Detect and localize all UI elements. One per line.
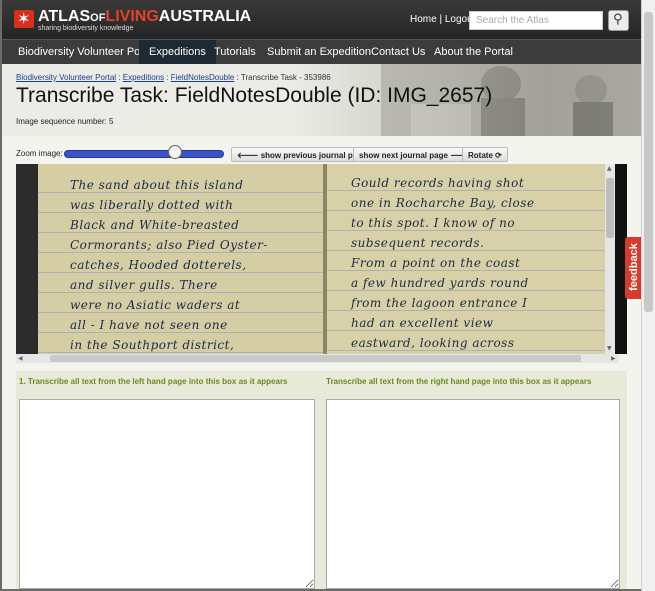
left-handwritten-line: were no Asiatic waders at [70, 298, 241, 312]
right-handwritten-line: eastward, looking across [351, 336, 515, 350]
breadcrumb-fieldnotes[interactable]: FieldNotesDouble [171, 73, 235, 82]
left-handwritten-line: Black and White-breasted [70, 218, 240, 232]
journal-image-viewer[interactable]: The sand about this island was liberally … [16, 164, 627, 354]
journal-left-page: The sand about this island was liberally … [38, 164, 323, 354]
breadcrumb-portal[interactable]: Biodiversity Volunteer Portal [16, 73, 116, 82]
page-vertical-scrollbar[interactable] [641, 0, 655, 591]
ruled-line [38, 292, 323, 293]
left-handwritten-line: in the Southport district, [70, 338, 235, 352]
breadcrumb: Biodiversity Volunteer Portal : Expediti… [16, 73, 331, 82]
scroll-left-icon[interactable]: ◀ [18, 355, 23, 362]
viewer-vertical-scrollbar[interactable]: ▲ ▼ [605, 164, 615, 354]
arrow-left-icon: 🡐 [237, 151, 261, 160]
breadcrumb-expeditions[interactable]: Expeditions [123, 73, 164, 82]
search-input[interactable]: Search the Atlas [469, 11, 603, 30]
zoom-slider[interactable] [64, 150, 224, 158]
zoom-label: Zoom image: [16, 149, 63, 158]
ruled-line [38, 192, 323, 193]
next-page-button[interactable]: show next journal page 🡒 [353, 147, 478, 162]
ruled-line [38, 212, 323, 213]
page-frame: ✶ ATLASOFLIVINGAUSTRALIA sharing biodive… [2, 0, 641, 589]
right-handwritten-line: one in Rocharche Bay, close [351, 196, 535, 210]
right-handwritten-line: had an excellent view [351, 316, 494, 330]
ruled-line [327, 350, 610, 351]
previous-page-button[interactable]: 🡐 show previous journal page [231, 147, 373, 162]
link-separator: | [436, 14, 445, 25]
ruled-line [327, 190, 610, 191]
ruled-line [38, 312, 323, 313]
right-handwritten-line: from the lagoon entrance I [351, 296, 528, 310]
ruled-line [327, 230, 610, 231]
ruled-line [38, 252, 323, 253]
viewer-horizontal-thumb[interactable] [50, 355, 581, 362]
ruled-line [327, 270, 610, 271]
account-links: Home | Logout [410, 14, 475, 25]
left-transcription-label: 1. Transcribe all text from the left han… [19, 377, 288, 386]
page-title: Transcribe Task: FieldNotesDouble (ID: I… [16, 84, 493, 107]
journal-right-page: Gould records having shot one in Rocharch… [327, 164, 610, 354]
ruled-line [38, 232, 323, 233]
breadcrumb-current: Transcribe Task - 353986 [240, 73, 331, 82]
left-handwritten-line: all - I have not seen one [70, 318, 228, 332]
ruled-line [327, 310, 610, 311]
top-header: ✶ ATLASOFLIVINGAUSTRALIA sharing biodive… [2, 0, 641, 39]
scroll-up-icon[interactable]: ▲ [607, 165, 612, 172]
right-handwritten-line: From a point on the coast [351, 256, 521, 270]
ruled-line [38, 352, 323, 353]
ruled-line [327, 210, 610, 211]
right-handwritten-line: subsequent records. [351, 236, 485, 250]
left-handwritten-line: catches, Hooded dotterels, [70, 258, 247, 272]
ruled-line [38, 332, 323, 333]
left-handwritten-line: was liberally dotted with [70, 198, 234, 212]
ruled-line [327, 250, 610, 251]
left-handwritten-line: and silver gulls. There [70, 278, 218, 292]
scroll-right-icon[interactable]: ▶ [611, 355, 616, 362]
right-transcription-textarea[interactable] [326, 399, 620, 589]
viewer-vertical-thumb[interactable] [606, 178, 614, 238]
scroll-down-icon[interactable]: ▼ [607, 345, 612, 352]
right-transcription-label: Transcribe all text from the right hand … [326, 377, 592, 386]
nav-item-about[interactable]: About the Portal [424, 40, 523, 65]
main-nav: Biodiversity Volunteer Portal Expedition… [2, 39, 641, 65]
logo-flag-icon: ✶ [14, 9, 34, 28]
feedback-tab[interactable]: feedback [625, 237, 641, 299]
search-icon: ⚲ [613, 12, 623, 27]
image-sequence-number: Image sequence number: 5 [16, 117, 114, 126]
rotate-icon: ⟳ [492, 151, 502, 160]
ruled-line [38, 272, 323, 273]
logo-wordmark: ATLASOFLIVINGAUSTRALIA [38, 8, 252, 25]
left-handwritten-line: The sand about this island [70, 178, 244, 192]
home-link[interactable]: Home [410, 14, 437, 25]
zoom-slider-handle[interactable] [167, 145, 182, 159]
page-scrollbar-thumb[interactable] [644, 12, 653, 312]
left-transcription-textarea[interactable] [19, 399, 315, 589]
logo-tagline: sharing biodiversity knowledge [38, 25, 134, 32]
breadcrumb-sep: : [116, 73, 123, 82]
breadcrumb-sep: : [164, 73, 171, 82]
search-button[interactable]: ⚲ [608, 10, 629, 31]
right-handwritten-line: to this spot. I know of no [351, 216, 516, 230]
ruled-line [327, 290, 610, 291]
ruled-line [327, 330, 610, 331]
right-handwritten-line: Gould records having shot [351, 176, 525, 190]
left-handwritten-line: Cormorants; also Pied Oyster- [70, 238, 268, 252]
viewer-horizontal-scrollbar[interactable]: ◀ ▶ [16, 354, 619, 363]
rotate-button[interactable]: Rotate ⟳ [462, 147, 508, 162]
right-handwritten-line: a few hundred yards round [351, 276, 529, 290]
